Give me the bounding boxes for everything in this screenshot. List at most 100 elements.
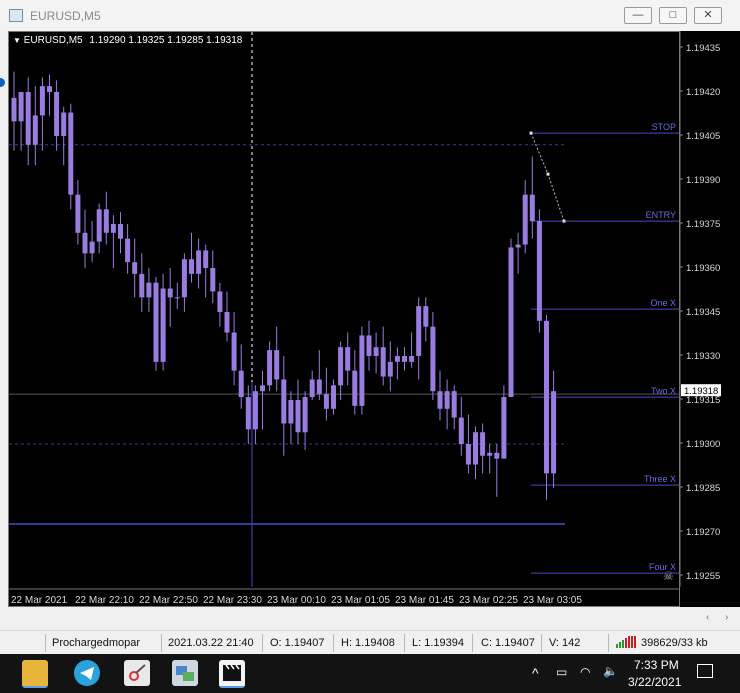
price-tick: 1.19270 [686, 527, 720, 538]
candle-body [231, 332, 237, 371]
chart-ohlc: 1.19290 1.19325 1.19285 1.19318 [89, 35, 243, 46]
price-tick: 1.19435 [686, 43, 720, 54]
candle-body [25, 92, 31, 145]
close-button[interactable]: ✕ [694, 7, 722, 24]
candle-body [245, 397, 251, 430]
candle-body [309, 379, 315, 398]
network-app-icon[interactable] [172, 660, 198, 686]
chart-area[interactable]: STOP ENTRY One X Two X Three X Four X 22 Mar … [8, 31, 680, 607]
chart-menu-icon[interactable]: ▼ [13, 36, 21, 45]
candle-body [18, 92, 24, 122]
candle-body [316, 379, 322, 395]
candle-body [387, 361, 393, 377]
status-datetime: 2021.03.22 21:40 [168, 637, 254, 649]
taskbar: ^ ▭ ◠ 🔈 7:33 PM 3/22/2021 [0, 654, 740, 693]
time-tick: 23 Mar 00:10 [267, 595, 326, 606]
candle-body [82, 232, 88, 254]
price-tick: 1.19300 [686, 439, 720, 450]
candle-body [515, 244, 521, 248]
level-label: Three X [644, 474, 676, 484]
skull-icon: ☠ [663, 569, 674, 583]
candle-body [196, 250, 202, 274]
minimize-button[interactable]: — [624, 7, 652, 24]
volume-icon[interactable]: 🔈 [603, 664, 618, 678]
candle-body [331, 385, 336, 409]
candle-body [139, 273, 145, 298]
connection-bars-icon[interactable] [616, 636, 638, 648]
candle-body [238, 370, 244, 398]
candle-body [174, 297, 180, 299]
candle-body [295, 400, 301, 433]
price-tick: 1.19390 [686, 175, 720, 186]
status-volume: V: 142 [549, 637, 581, 649]
video-editor-icon[interactable] [219, 660, 245, 688]
telegram-icon[interactable] [74, 660, 100, 686]
level-label: ENTRY [646, 210, 676, 220]
candle-body [373, 347, 379, 356]
candle-body [61, 112, 67, 136]
candle-body [267, 350, 273, 386]
candle-body [302, 397, 308, 433]
candlestick-chart[interactable]: STOPENTRYOne XTwo XThree XFour X 22 Mar … [9, 32, 679, 606]
chevron-up-icon[interactable]: ^ [532, 665, 539, 681]
candle-body [522, 194, 528, 245]
candle-body [458, 417, 464, 444]
candle-body [359, 335, 365, 406]
status-traffic: 398629/33 kb [641, 637, 708, 649]
candle-body [75, 194, 81, 233]
status-profile: Prochargedmopar [52, 637, 141, 649]
chart-symbol: EURUSD,M5 [23, 35, 83, 46]
candle-body [252, 391, 258, 430]
candle-body [132, 262, 138, 274]
price-tick: 1.19375 [686, 219, 720, 230]
candle-body [288, 400, 294, 424]
candle-body [146, 282, 152, 298]
candle-body [210, 268, 216, 292]
price-tick: 1.19420 [686, 87, 720, 98]
trend-anchor[interactable] [529, 131, 533, 135]
candle-body [160, 288, 166, 362]
wifi-icon[interactable]: ◠ [580, 665, 590, 679]
candle-body [68, 112, 74, 195]
candle-body [47, 86, 52, 92]
candle-body [487, 452, 493, 456]
status-open: O: 1.19407 [270, 637, 325, 649]
candle-body [281, 379, 287, 424]
candle-body [501, 397, 507, 459]
file-explorer-icon[interactable] [22, 660, 48, 688]
trend-line[interactable] [530, 132, 565, 222]
time-tick: 22 Mar 22:50 [139, 595, 198, 606]
snip-tool-icon[interactable] [124, 660, 150, 686]
candle-body [430, 326, 436, 392]
trend-anchor[interactable] [562, 219, 566, 223]
candle-body [11, 97, 17, 122]
candle-body [465, 444, 471, 465]
info-icon[interactable] [0, 78, 5, 87]
candle-body [125, 238, 131, 263]
time-tick: 22 Mar 22:10 [75, 595, 134, 606]
candle-body [480, 432, 486, 456]
time-tick: 22 Mar 23:30 [203, 595, 262, 606]
price-tick: 1.19345 [686, 307, 720, 318]
status-close: C: 1.19407 [481, 637, 535, 649]
taskbar-time[interactable]: 7:33 PM [634, 658, 679, 672]
scroll-left-icon[interactable]: ‹ [706, 612, 709, 623]
candle-body [551, 391, 557, 474]
battery-icon[interactable]: ▭ [556, 665, 567, 679]
horizontal-scrollbar[interactable]: ‹ › [0, 607, 740, 630]
trend-anchor[interactable] [546, 172, 550, 176]
candle-body [352, 370, 358, 406]
taskbar-date[interactable]: 3/22/2021 [628, 675, 681, 689]
time-tick: 23 Mar 01:05 [331, 595, 390, 606]
price-tick: 1.19255 [686, 571, 720, 582]
candle-body [32, 115, 38, 145]
time-tick: 23 Mar 03:05 [523, 595, 582, 606]
price-axis-labels: 1.19435 1.19420 1.19405 1.19390 1.19375 1.193… [679, 31, 721, 587]
candle-body [409, 356, 415, 362]
time-tick: 23 Mar 02:25 [459, 595, 518, 606]
maximize-button[interactable]: □ [659, 7, 687, 24]
candle-body [189, 259, 194, 274]
notifications-icon[interactable] [697, 664, 713, 678]
price-tick: 1.19330 [686, 351, 720, 362]
scroll-right-icon[interactable]: › [725, 612, 728, 623]
